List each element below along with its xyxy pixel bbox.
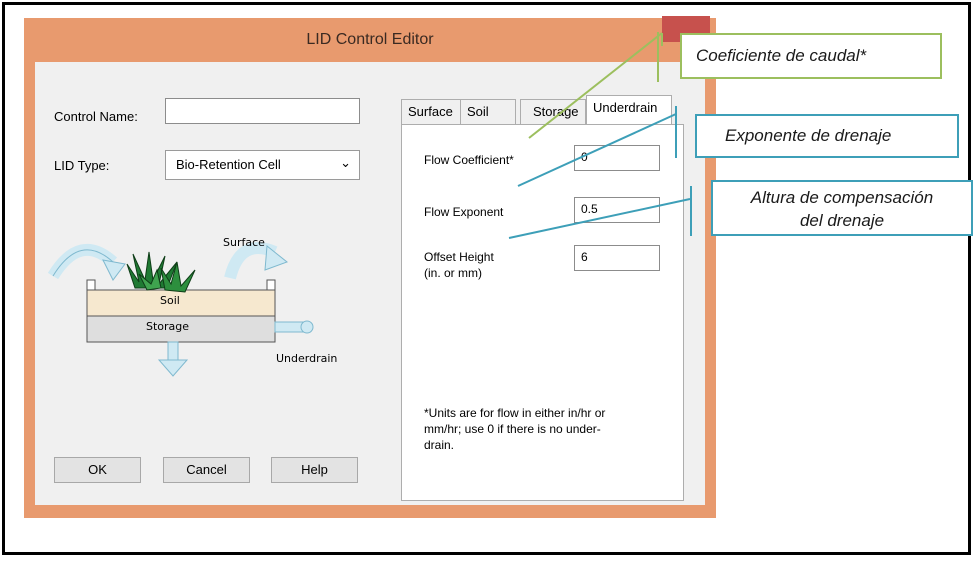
callout-exponente-de-drenaje: Exponente de drenaje bbox=[695, 114, 959, 158]
callout-exponente-text: Exponente de drenaje bbox=[725, 126, 892, 145]
callout-connectors bbox=[508, 32, 692, 239]
callout-altura-text-line-1: Altura de compensación bbox=[750, 188, 934, 207]
callout-coeficiente-text: Coeficiente de caudal* bbox=[696, 46, 867, 65]
callout-coeficiente-de-caudal: Coeficiente de caudal* bbox=[680, 33, 942, 79]
callout-altura-text-line-2: del drenaje bbox=[799, 211, 885, 230]
callout-altura-de-compensacion: Altura de compensación del drenaje bbox=[711, 180, 973, 236]
